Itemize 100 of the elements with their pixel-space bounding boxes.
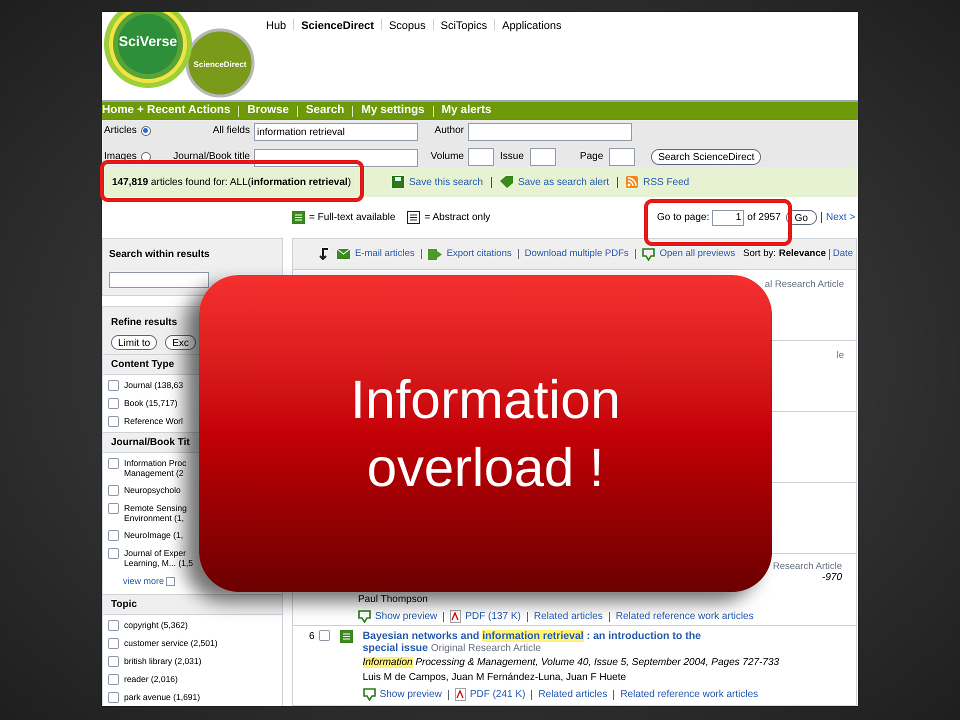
filter-option: reader (2,016) bbox=[124, 674, 274, 684]
checkbox[interactable] bbox=[108, 656, 119, 666]
filter-option: Journal (138,63 bbox=[124, 380, 194, 390]
filter-option: british library (2,031) bbox=[124, 656, 274, 666]
filter-option: NeuroImage (1, bbox=[124, 530, 194, 540]
field-label: Page bbox=[580, 150, 604, 164]
main-nav-link[interactable]: Home + Recent Actions bbox=[102, 102, 230, 120]
checkbox[interactable] bbox=[108, 485, 119, 496]
legend-label: = Abstract only bbox=[424, 211, 490, 225]
filter-option: park avenue (1,691) bbox=[124, 692, 274, 702]
result-action-link[interactable]: PDF (137 K) bbox=[465, 609, 521, 624]
results-action-link[interactable]: RSS Feed bbox=[643, 174, 690, 190]
field-label: Author bbox=[434, 124, 464, 138]
radio-button[interactable] bbox=[140, 152, 151, 162]
filter-option: Book (15,717) bbox=[124, 398, 194, 408]
page-input[interactable]: 1 bbox=[712, 210, 744, 226]
result-action-link[interactable]: Show preview bbox=[380, 687, 442, 702]
search-within-field[interactable] bbox=[109, 272, 209, 288]
article-authors: Luis M de Campos, Juan M Fernández-Luna, Juan F Huete bbox=[362, 671, 628, 685]
search-button[interactable]: Search ScienceDirect bbox=[651, 148, 762, 164]
article-authors: Paul Thompson bbox=[358, 593, 429, 607]
refine-button[interactable]: Exc bbox=[165, 335, 196, 350]
checkbox[interactable] bbox=[108, 674, 119, 684]
callout-text: Information overload ! bbox=[349, 368, 622, 500]
filter-option: Information Proc Management (2 bbox=[124, 458, 194, 478]
article-title-link[interactable]: Bayesian networks and information retrieval : an introduction to the special issue Original Research Article bbox=[362, 630, 723, 655]
result-action-link[interactable]: Related reference work articles bbox=[620, 687, 758, 702]
checkbox[interactable] bbox=[108, 620, 119, 630]
top-nav-link[interactable]: ScienceDirect bbox=[301, 18, 374, 34]
article-type: Research Article bbox=[772, 561, 842, 572]
checkbox[interactable] bbox=[108, 398, 119, 409]
result-action-link[interactable]: Show preview bbox=[375, 609, 438, 624]
panel-heading: Search within results bbox=[109, 248, 211, 262]
article-type: le bbox=[836, 349, 844, 363]
top-nav-link[interactable]: Scopus bbox=[388, 18, 426, 34]
pager-label: Go to page: bbox=[657, 211, 710, 225]
input-field[interactable] bbox=[609, 148, 636, 166]
checkbox[interactable] bbox=[108, 503, 119, 514]
top-nav-link[interactable]: Applications bbox=[502, 18, 562, 34]
rss-icon bbox=[626, 176, 638, 188]
main-nav-link[interactable]: My alerts bbox=[442, 102, 492, 120]
checkbox[interactable] bbox=[108, 638, 119, 648]
toolbar-link[interactable]: Export citations bbox=[446, 246, 512, 262]
input-field[interactable] bbox=[468, 148, 494, 166]
main-nav-link[interactable]: Search bbox=[306, 102, 344, 120]
preview-icon bbox=[358, 610, 371, 623]
checkbox[interactable] bbox=[108, 530, 119, 541]
checkbox[interactable] bbox=[318, 630, 330, 641]
filter-option: customer service (2,501) bbox=[124, 638, 274, 648]
toolbar-link[interactable]: E-mail articles bbox=[355, 246, 415, 262]
radio-button[interactable] bbox=[140, 126, 151, 136]
results-action-link[interactable]: Save this search bbox=[409, 174, 483, 190]
result-action-link[interactable]: PDF (241 K) bbox=[470, 687, 526, 702]
top-nav-link[interactable]: Hub bbox=[266, 18, 286, 34]
filter-option: Neuropsycholo bbox=[124, 485, 194, 495]
tag-icon bbox=[500, 176, 513, 188]
checkbox[interactable] bbox=[108, 416, 119, 427]
expand-icon bbox=[166, 577, 176, 586]
results-count: 147,819 articles found for: ALL(information retrieval) bbox=[112, 176, 352, 190]
input-field[interactable]: information retrieval bbox=[254, 123, 418, 141]
input-field[interactable] bbox=[530, 148, 556, 166]
toolbar-link[interactable]: Download multiple PDFs bbox=[524, 246, 629, 262]
field-label: All fields bbox=[212, 124, 250, 138]
main-nav-link[interactable]: Browse bbox=[247, 102, 289, 120]
full-text-icon bbox=[340, 630, 353, 643]
top-nav-link[interactable]: SciTopics bbox=[440, 18, 488, 34]
checkbox[interactable] bbox=[108, 458, 119, 469]
field-label: Volume bbox=[430, 150, 464, 164]
field-label: Journal/Book title bbox=[173, 150, 250, 164]
view-more-link[interactable]: view more bbox=[123, 575, 164, 588]
checkbox[interactable] bbox=[108, 548, 119, 559]
result-number: 6 bbox=[309, 630, 315, 644]
checkbox[interactable] bbox=[108, 692, 119, 702]
section-heading: Topic bbox=[103, 594, 282, 614]
full-text-icon bbox=[292, 211, 305, 224]
pdf-icon bbox=[450, 610, 462, 623]
next-link[interactable]: Next > bbox=[826, 210, 856, 225]
article-type: al Research Article bbox=[764, 278, 844, 292]
field-label: Issue bbox=[500, 150, 524, 164]
sort-option[interactable]: Date bbox=[832, 246, 853, 262]
sort-label: Sort by: bbox=[743, 246, 776, 261]
sort-option[interactable]: Relevance bbox=[778, 246, 826, 262]
legend-label: = Full-text available bbox=[309, 211, 396, 225]
source-label: Articles bbox=[104, 124, 137, 138]
toolbar-link[interactable]: Open all previews bbox=[660, 246, 736, 262]
filter-option: Reference Worl bbox=[124, 416, 194, 426]
abstract-icon bbox=[407, 211, 420, 224]
refine-button[interactable]: Limit to bbox=[111, 335, 158, 350]
pdf-icon bbox=[454, 688, 466, 701]
journal-citation: -970 bbox=[822, 572, 842, 583]
checkbox[interactable] bbox=[108, 380, 119, 391]
curved-arrow-icon bbox=[319, 248, 329, 260]
result-action-link[interactable]: Related reference work articles bbox=[616, 609, 754, 624]
export-icon bbox=[428, 248, 442, 260]
input-field[interactable] bbox=[468, 123, 632, 141]
results-action-link[interactable]: Save as search alert bbox=[518, 174, 610, 190]
result-action-link[interactable]: Related articles bbox=[538, 687, 608, 702]
main-nav-link[interactable]: My settings bbox=[361, 102, 425, 120]
result-action-link[interactable]: Related articles bbox=[534, 609, 603, 624]
filter-option: Journal of Exper Learning, M... (1,5 bbox=[124, 548, 194, 568]
